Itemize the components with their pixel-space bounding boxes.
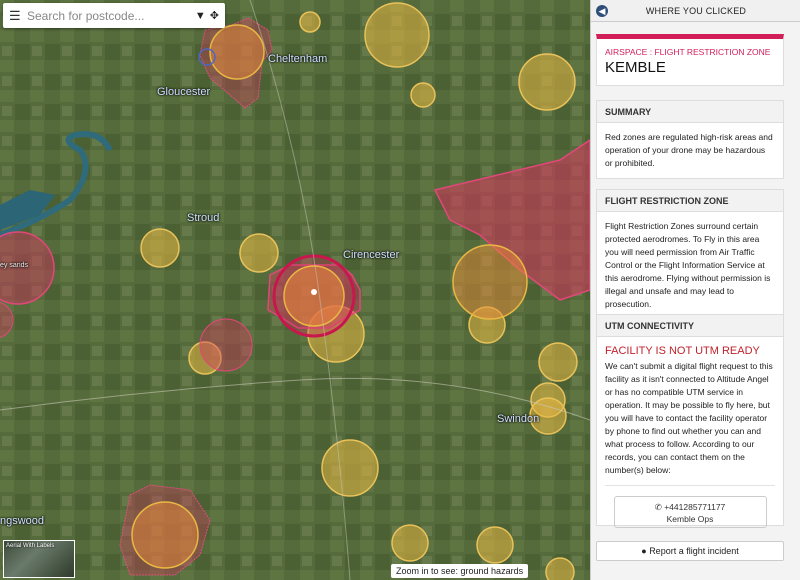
airspace-name: KEMBLE — [605, 59, 666, 76]
call-operator-button[interactable]: ✆ +441285771177 Kemble Ops — [613, 496, 767, 528]
restriction-zone[interactable] — [199, 318, 253, 372]
phone-icon: ✆ — [654, 502, 662, 512]
summary-card: SUMMARY Red zones are regulated high-ris… — [596, 100, 784, 179]
summary-text: Red zones are regulated high-risk areas … — [605, 132, 773, 168]
label-cirencester: Cirencester — [343, 249, 400, 261]
label-stroud: Stroud — [187, 212, 220, 224]
report-label: Report a flight incident — [649, 546, 739, 556]
map-canvas[interactable] — [0, 0, 590, 580]
caution-zone[interactable] — [321, 439, 379, 497]
utm-text: We can't submit a digital flight request… — [605, 361, 773, 475]
back-arrow-icon[interactable]: ◀ — [596, 4, 608, 17]
label-gloucester: Gloucester — [157, 86, 211, 98]
menu-icon[interactable]: ☰ — [9, 8, 21, 24]
frz-heading: FLIGHT RESTRICTION ZONE — [597, 190, 783, 212]
airspace-card: AIRSPACE : FLIGHT RESTRICTION ZONE KEMBL… — [596, 34, 784, 86]
search-bar: ☰ ▼ ✥ — [3, 3, 225, 28]
alert-icon: ● — [641, 546, 647, 556]
summary-heading: SUMMARY — [597, 101, 783, 123]
filter-icon[interactable]: ▼ — [195, 10, 206, 22]
frz-text: Flight Restriction Zones surround certai… — [605, 221, 771, 309]
map-view[interactable]: ☰ ▼ ✥ Gloucester Cheltenham Stroud Ciren… — [0, 0, 590, 580]
utm-status: FACILITY IS NOT UTM READY — [605, 345, 760, 357]
phone-number: +441285771177 — [664, 502, 726, 512]
layer-switcher[interactable]: Aerial With Labels — [3, 540, 75, 578]
caution-zone[interactable] — [476, 526, 514, 564]
locate-icon[interactable]: ✥ — [210, 9, 219, 22]
caution-zone[interactable] — [140, 228, 180, 268]
layer-label: Aerial With Labels — [6, 543, 55, 549]
panel-header: ◀ WHERE YOU CLICKED — [591, 0, 800, 22]
divider — [605, 485, 775, 486]
caution-zone[interactable] — [239, 233, 279, 273]
caution-zone[interactable] — [410, 82, 436, 108]
zoom-hint: Zoom in to see: ground hazards — [391, 564, 529, 578]
report-incident-button[interactable]: ● Report a flight incident — [596, 541, 784, 561]
info-panel: ◀ WHERE YOU CLICKED AIRSPACE : FLIGHT RE… — [590, 0, 800, 580]
utm-heading: UTM CONNECTIVITY — [597, 315, 783, 337]
label-kingswood: ngswood — [0, 515, 45, 527]
label-swindon: Swindon — [497, 413, 540, 425]
caution-zone[interactable] — [518, 53, 576, 111]
utm-card: UTM CONNECTIVITY FACILITY IS NOT UTM REA… — [596, 314, 784, 528]
contact-name: Kemble Ops — [666, 514, 714, 524]
caution-zone[interactable] — [299, 11, 321, 33]
caution-zone[interactable] — [538, 342, 578, 382]
label-cheltenham: Cheltenham — [268, 53, 328, 65]
caution-zone[interactable] — [391, 524, 429, 562]
right-airport-zone[interactable] — [452, 244, 528, 320]
caution-zone[interactable] — [545, 557, 575, 580]
label-hey-sands: ey sands — [0, 262, 29, 269]
panel-title: WHERE YOU CLICKED — [645, 5, 747, 16]
caution-zone[interactable] — [364, 2, 430, 68]
frz-card: FLIGHT RESTRICTION ZONE Flight Restricti… — [596, 189, 784, 320]
airspace-type: AIRSPACE : FLIGHT RESTRICTION ZONE — [605, 47, 771, 57]
search-input[interactable] — [27, 8, 191, 23]
